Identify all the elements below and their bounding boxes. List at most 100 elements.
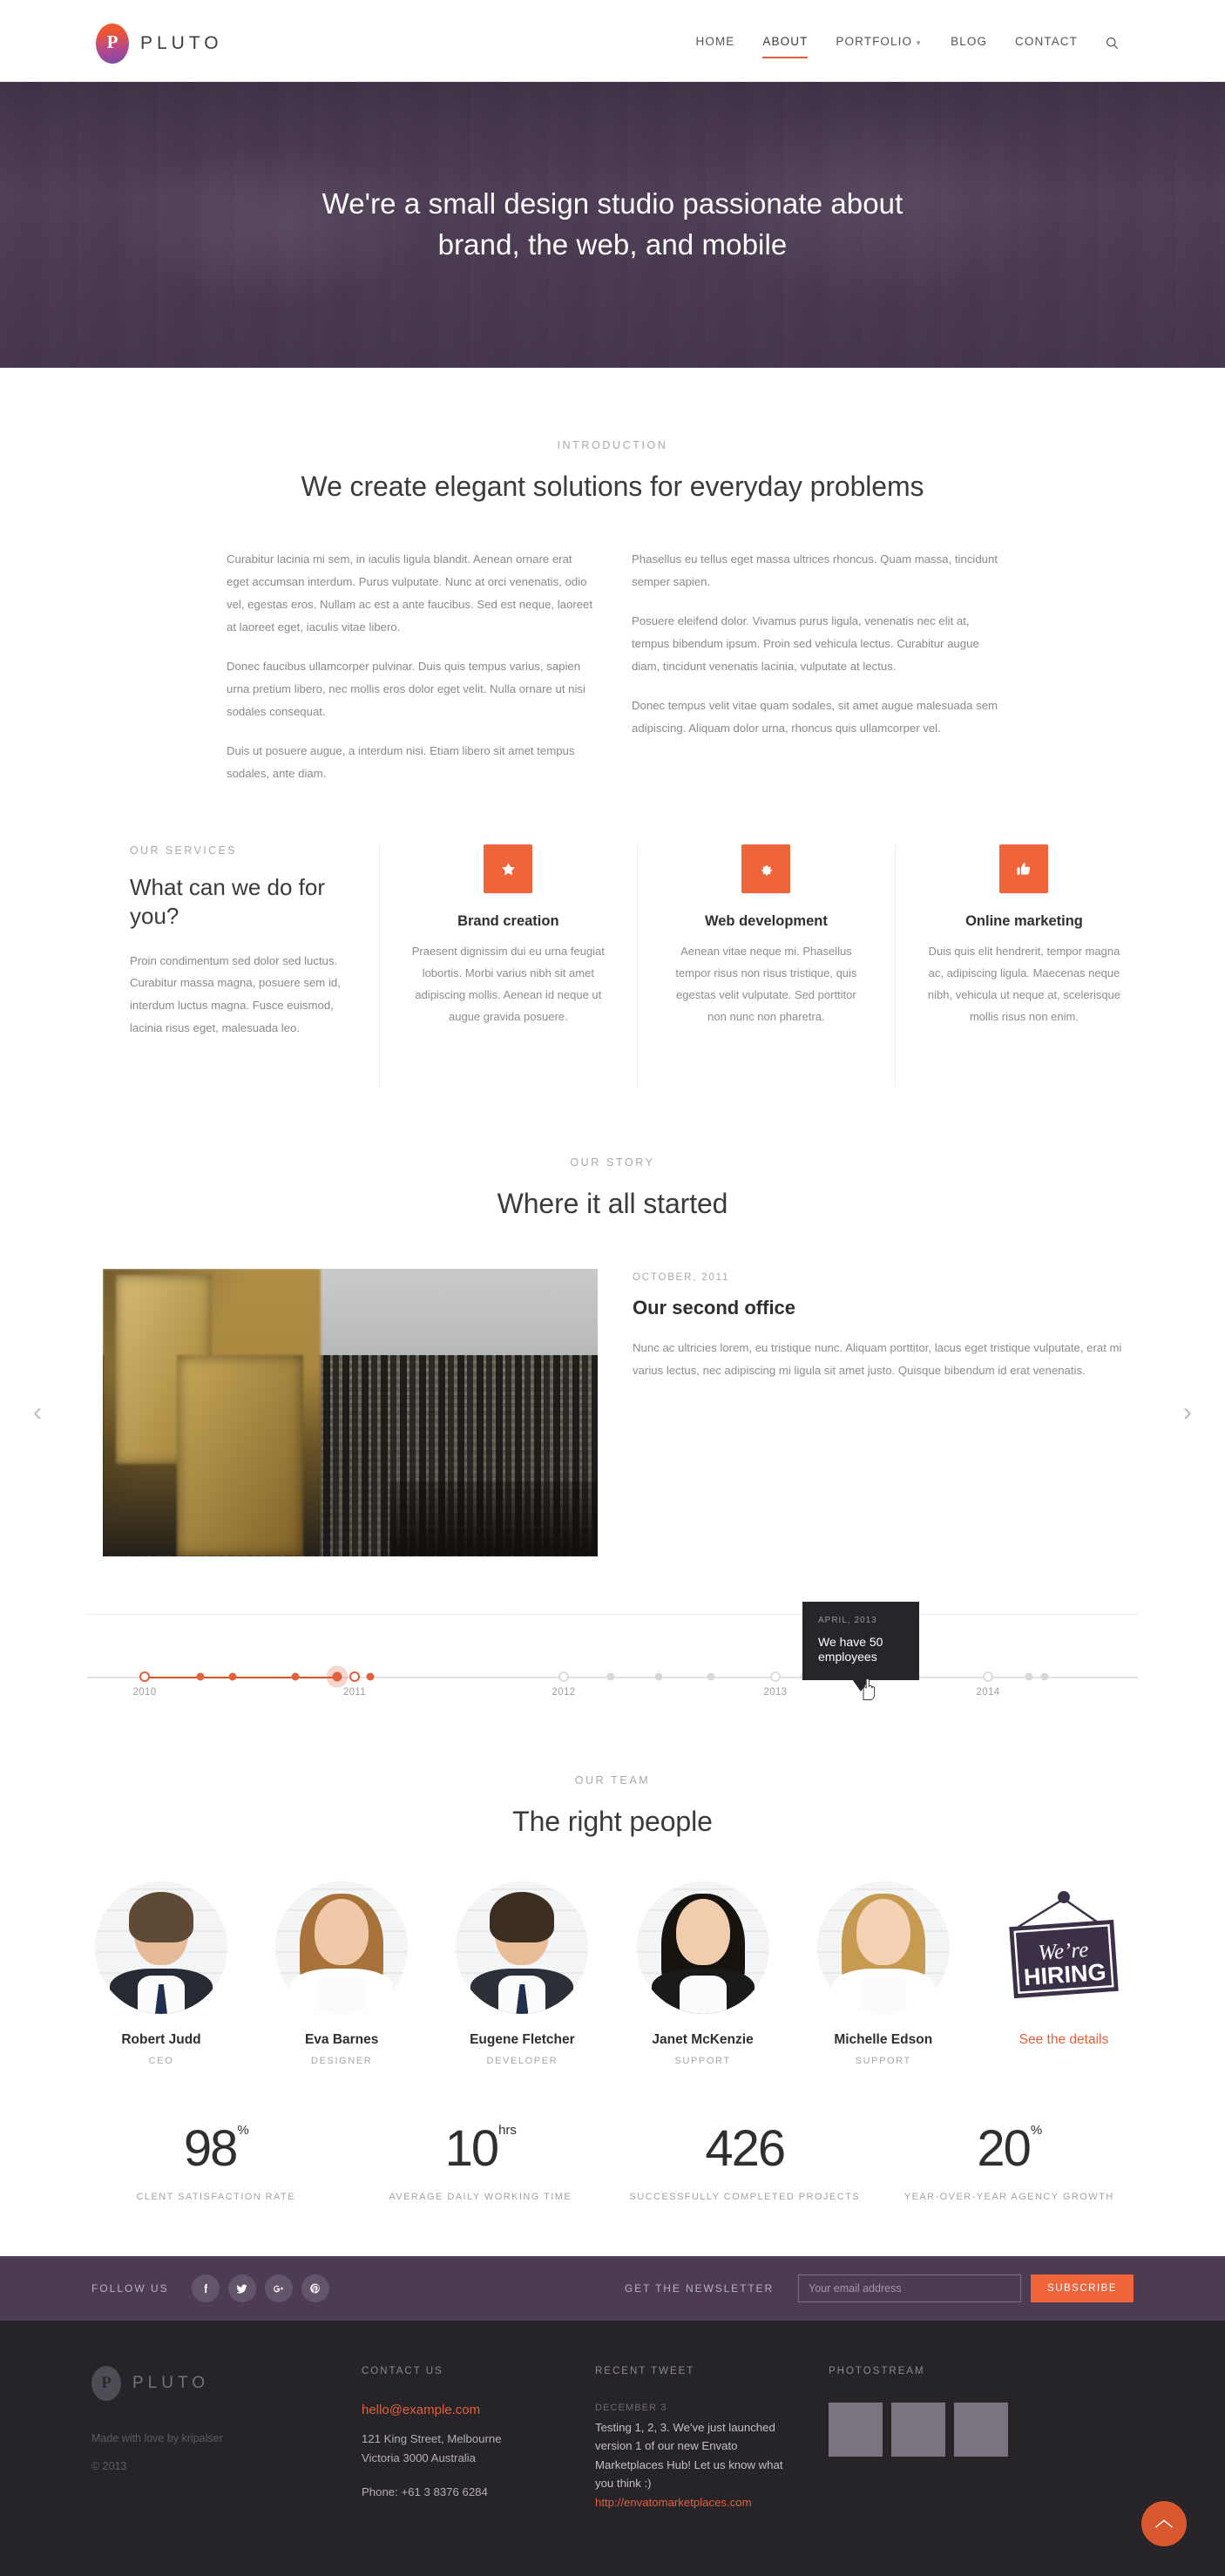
thumbs-up-icon	[999, 844, 1049, 893]
timeline-divider	[87, 1614, 1138, 1624]
nav-item-home[interactable]: HOME	[696, 35, 735, 51]
intro-paragraph: Posuere eleifend dolor. Vivamus purus li…	[632, 614, 979, 673]
avatar	[456, 1881, 589, 2014]
timeline-progress	[145, 1677, 337, 1678]
newsletter-form: GET THE NEWSLETTER SUBSCRIBE	[625, 2274, 1134, 2302]
tweet-body: Testing 1, 2, 3. We've just launched ver…	[595, 2421, 783, 2491]
avatar	[636, 1881, 769, 2014]
chevron-down-icon: ▼	[915, 39, 924, 47]
timeline-dot[interactable]	[1025, 1672, 1033, 1681]
story-prev-arrow[interactable]: ‹	[33, 1400, 42, 1426]
team-member[interactable]: Eugene Fletcher DEVELOPER	[444, 1881, 599, 2066]
back-to-top-button[interactable]	[1141, 2500, 1187, 2546]
service-title: Online marketing	[965, 913, 1083, 929]
footer-copyright: © 2013	[91, 2460, 127, 2472]
service-card-web-development[interactable]: Web development Aenean vitae neque mi. P…	[636, 844, 895, 1088]
stat-value: 98%	[183, 2120, 249, 2177]
search-icon[interactable]	[1106, 37, 1119, 50]
story-next-arrow[interactable]: ›	[1183, 1400, 1192, 1426]
stat-item: 20% YEAR-OVER-YEAR AGENCY GROWTH	[877, 2124, 1142, 2203]
main-nav: HOME ABOUT PORTFOLIO ▼ BLOG CONTACT	[696, 35, 1139, 58]
footer-tweet-text: Testing 1, 2, 3. We've just launched ver…	[595, 2418, 804, 2512]
footer-logo[interactable]: P PLUTO	[91, 2366, 362, 2401]
subscribe-button[interactable]: SUBSCRIBE	[1031, 2274, 1134, 2302]
member-role: DESIGNER	[311, 2056, 373, 2066]
logo-glyph: P	[106, 31, 118, 52]
timeline-dot[interactable]	[228, 1672, 237, 1681]
stat-item: 10hrs AVERAGE DAILY WORKING TIME	[349, 2122, 613, 2203]
newsletter-email-input[interactable]	[798, 2274, 1022, 2302]
footer-email-link[interactable]: hello@example.com	[362, 2403, 571, 2417]
services-heading: What can we do for you?	[130, 874, 325, 930]
google-plus-icon[interactable]	[264, 2274, 293, 2302]
twitter-icon[interactable]	[227, 2274, 256, 2302]
service-body: Duis quis elit hendrerit, tempor magna a…	[927, 945, 1121, 1023]
member-name: Eugene Fletcher	[470, 2032, 575, 2047]
tweet-link[interactable]: http://envatomarketplaces.com	[595, 2496, 752, 2509]
timeline-dot[interactable]	[1040, 1672, 1049, 1681]
team-member[interactable]: Eva Barnes DESIGNER	[264, 1881, 419, 2066]
timeline-dot[interactable]	[606, 1672, 615, 1681]
brand-logo[interactable]: P PLUTO	[87, 23, 223, 64]
services-intro: OUR SERVICES What can we do for you? Pro…	[130, 844, 379, 1088]
story-image	[103, 1269, 598, 1556]
see-the-details-link[interactable]: See the details	[986, 2032, 1141, 2048]
pinterest-icon[interactable]	[301, 2274, 329, 2302]
nav-item-about[interactable]: ABOUT	[762, 35, 809, 58]
member-role: SUPPORT	[674, 2056, 731, 2066]
stat-unit: hrs	[498, 2122, 517, 2138]
facebook-icon[interactable]	[191, 2274, 220, 2302]
hiring-card[interactable]: We’re HIRING See the details	[986, 1881, 1141, 2066]
pluto-logo-icon-footer: P	[91, 2366, 121, 2401]
timeline-year-dot[interactable]	[349, 1671, 360, 1682]
star-icon	[484, 844, 533, 893]
service-card-brand-creation[interactable]: Brand creation Praesent dignissim dui eu…	[378, 844, 637, 1088]
photostream-thumbnails	[829, 2403, 1038, 2457]
team-member[interactable]: Janet McKenzie SUPPORT	[626, 1881, 781, 2066]
story-eyebrow: OUR STORY	[570, 1156, 655, 1169]
photostream-thumb[interactable]	[954, 2403, 1008, 2457]
timeline-dot[interactable]	[196, 1672, 205, 1681]
intro-paragraph: Duis ut posuere augue, a interdum nisi. …	[227, 744, 575, 780]
story-body: Nunc ac ultricies lorem, eu tristique nu…	[633, 1341, 1122, 1377]
stat-item: 98% CLENT SATISFACTION RATE	[84, 2120, 349, 2203]
timeline-year-dot[interactable]	[983, 1671, 993, 1682]
timeline-dot[interactable]	[291, 1672, 300, 1681]
timeline-year-dot[interactable]	[558, 1671, 569, 1682]
member-name: Eva Barnes	[304, 2032, 379, 2047]
timeline-year-label: 2010	[132, 1687, 157, 1698]
service-body: Aenean vitae neque mi. Phasellus tempor …	[675, 945, 857, 1023]
timeline-dot[interactable]	[707, 1672, 715, 1681]
stat-label: YEAR-OVER-YEAR AGENCY GROWTH	[904, 2192, 1114, 2202]
timeline-year-dot[interactable]	[139, 1671, 150, 1682]
timeline-year-label: 2014	[976, 1687, 1000, 1698]
timeline-year-label: 2013	[763, 1687, 788, 1698]
nav-item-blog[interactable]: BLOG	[951, 35, 987, 51]
member-name: Robert Judd	[121, 2032, 201, 2047]
stat-label: AVERAGE DAILY WORKING TIME	[389, 2192, 572, 2202]
nav-item-contact[interactable]: CONTACT	[1015, 35, 1078, 51]
footer-address: 121 King Street, Melbourne Victoria 3000…	[362, 2430, 571, 2468]
timeline-dot[interactable]	[654, 1672, 663, 1681]
timeline-year-dot[interactable]	[770, 1671, 781, 1682]
team-member[interactable]: Robert Judd CEO	[84, 1881, 239, 2066]
footer-contact-column: CONTACT US hello@example.com 121 King St…	[362, 2366, 595, 2512]
timeline-dot[interactable]	[332, 1671, 342, 1682]
hero-banner: We're a small design studio passionate a…	[0, 82, 1225, 368]
team-title: The right people	[512, 1806, 713, 1837]
photostream-thumb[interactable]	[829, 2403, 883, 2457]
story-heading: Our second office	[633, 1297, 796, 1319]
stat-item: 426 SUCCESSFULLY COMPLETED PROJECTS	[612, 2124, 877, 2203]
nav-item-portfolio[interactable]: PORTFOLIO ▼	[836, 35, 923, 51]
team-member[interactable]: Michelle Edson SUPPORT	[806, 1881, 961, 2066]
service-card-online-marketing[interactable]: Online marketing Duis quis elit hendreri…	[894, 844, 1153, 1088]
member-name: Janet McKenzie	[652, 2032, 754, 2047]
photostream-thumb[interactable]	[891, 2403, 945, 2457]
hero-title-line-1: We're a small design studio passionate a…	[321, 187, 904, 220]
hero-title-line-2: brand, the web, and mobile	[437, 228, 788, 261]
footer-brand-name: PLUTO	[132, 2374, 210, 2392]
footer-address-line-1: 121 King Street, Melbourne	[362, 2432, 502, 2445]
service-body: Praesent dignissim dui eu urna feugiat l…	[411, 945, 605, 1023]
timeline-dot[interactable]	[366, 1672, 375, 1681]
avatar	[275, 1881, 409, 2014]
